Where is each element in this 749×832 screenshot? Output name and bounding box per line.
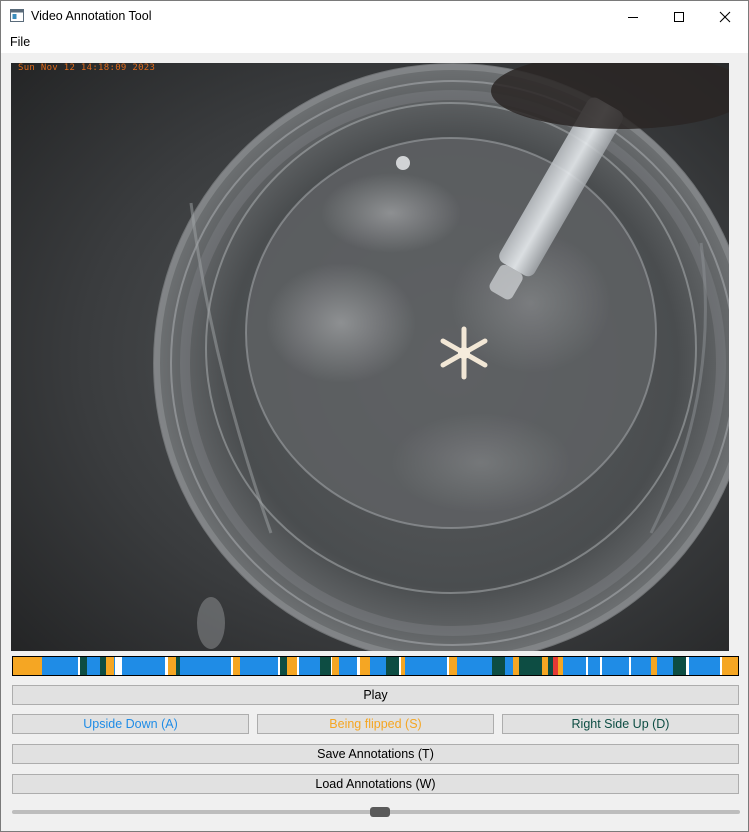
minimize-button[interactable] — [610, 1, 656, 32]
timeline-segment-upside-down — [602, 657, 630, 675]
timeline-segment-upside-down — [42, 657, 79, 675]
timeline-segment-being-flipped — [332, 657, 340, 675]
timeline-segment-unlabeled — [114, 657, 122, 675]
timeline-segment-being-flipped — [359, 657, 370, 675]
timeline-segment-upside-down — [404, 657, 416, 675]
frame-slider-handle[interactable] — [369, 807, 390, 817]
menu-bar: File — [1, 32, 748, 53]
timeline-segment-upside-down — [656, 657, 673, 675]
timeline-segment-upside-down — [299, 657, 320, 675]
app-window: Video Annotation Tool File Sun Nov 12 14… — [0, 0, 749, 832]
timeline-segment-upside-down — [504, 657, 514, 675]
timeline-segment-upside-down — [415, 657, 447, 675]
maximize-icon — [674, 11, 684, 22]
being-flipped-button[interactable]: Being flipped (S) — [257, 714, 494, 734]
maximize-button[interactable] — [656, 1, 702, 32]
right-side-up-button[interactable]: Right Side Up (D) — [502, 714, 739, 734]
load-annotations-button[interactable]: Load Annotations (W) — [12, 774, 739, 794]
timeline-segment-being-flipped — [448, 657, 457, 675]
timeline-segment-upside-down — [121, 657, 166, 675]
timeline-segment-being-flipped — [287, 657, 298, 675]
close-button[interactable] — [702, 1, 748, 32]
video-image — [11, 63, 729, 651]
timeline-segment-upside-down — [587, 657, 601, 675]
timeline-segment-upside-down — [631, 657, 651, 675]
title-bar: Video Annotation Tool — [1, 1, 748, 32]
timeline-segment-right-side-up — [319, 657, 331, 675]
timeline-segment-upside-down — [339, 657, 358, 675]
window-app-icon — [10, 9, 24, 22]
timeline-segment-right-side-up — [491, 657, 505, 675]
save-annotations-button[interactable]: Save Annotations (T) — [12, 744, 739, 764]
timeline-segment-being-flipped — [13, 657, 42, 675]
video-timestamp: Sun Nov 12 14:18:09 2023 — [18, 63, 156, 73]
menu-file[interactable]: File — [10, 35, 30, 49]
timeline-segment-being-flipped — [722, 657, 738, 675]
timeline-segment-upside-down — [179, 657, 231, 675]
timeline-segment-upside-down — [456, 657, 492, 675]
upside-down-button[interactable]: Upside Down (A) — [12, 714, 249, 734]
timeline-segment-upside-down — [369, 657, 386, 675]
timeline-segment-right-side-up — [279, 657, 288, 675]
timeline-segment-being-flipped — [168, 657, 177, 675]
timeline-segment-upside-down — [239, 657, 278, 675]
play-button[interactable]: Play — [12, 685, 739, 705]
close-icon — [719, 11, 731, 22]
timeline-segment-upside-down — [688, 657, 720, 675]
video-frame: Sun Nov 12 14:18:09 2023 — [11, 63, 729, 651]
annotation-timeline[interactable] — [12, 656, 739, 676]
timeline-segment-being-flipped — [232, 657, 240, 675]
timeline-segment-upside-down — [562, 657, 586, 675]
timeline-segment-upside-down — [86, 657, 100, 675]
minimize-icon — [628, 16, 638, 18]
timeline-segment-right-side-up — [385, 657, 399, 675]
window-title: Video Annotation Tool — [31, 9, 152, 23]
timeline-segment-being-flipped — [105, 657, 115, 675]
timeline-segment-right-side-up — [519, 657, 543, 675]
timeline-segment-right-side-up — [672, 657, 686, 675]
